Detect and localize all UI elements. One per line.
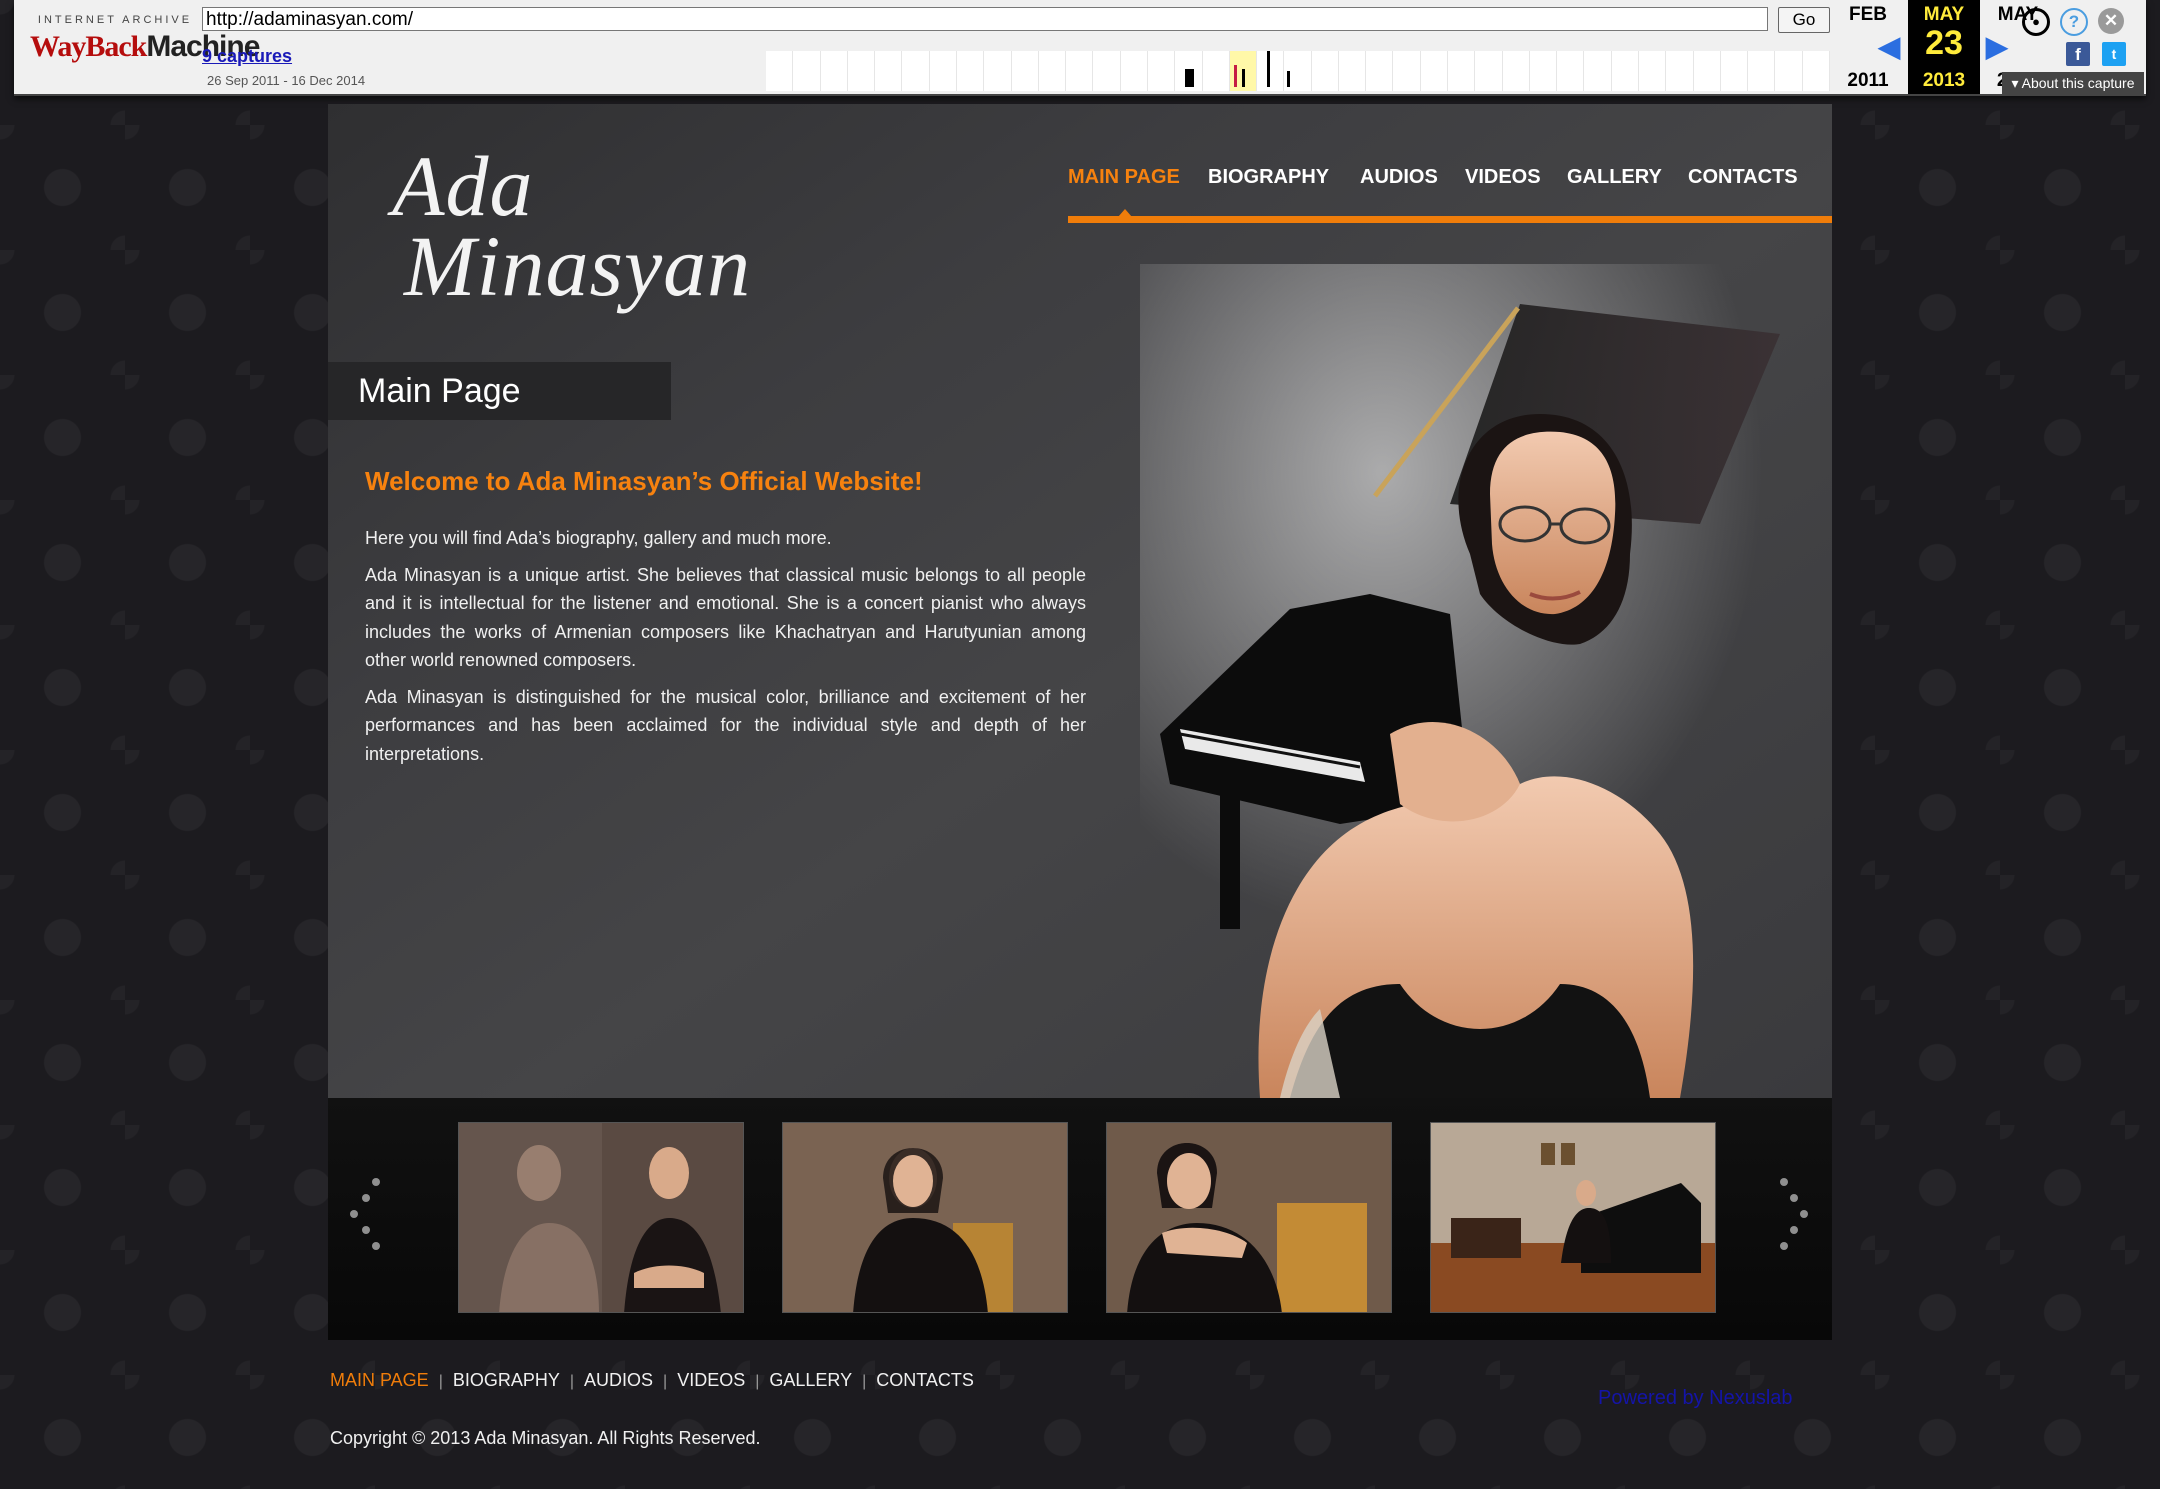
- footer-separator: |: [663, 1373, 668, 1390]
- powered-by-link[interactable]: Powered by Nexuslab: [1598, 1387, 1793, 1410]
- captures-link[interactable]: 9 captures: [202, 46, 292, 67]
- close-icon[interactable]: ✕: [2098, 8, 2124, 34]
- footer-nav-main-page[interactable]: MAIN PAGE: [330, 1370, 429, 1391]
- user-account-icon[interactable]: ●: [2022, 8, 2050, 36]
- current-day-label: 23: [1925, 24, 1963, 62]
- piano-room-thumbnail[interactable]: [1430, 1122, 1716, 1313]
- twitter-icon[interactable]: t: [2102, 42, 2126, 66]
- prev-year-label: 2011: [1847, 70, 1889, 91]
- two-portraits-thumbnail[interactable]: [458, 1122, 744, 1313]
- capture-date-range: 26 Sep 2011 - 16 Dec 2014: [207, 73, 366, 88]
- carousel-next-arrow[interactable]: [1780, 1178, 1820, 1258]
- footer-separator: |: [862, 1373, 867, 1390]
- nav-videos[interactable]: VIDEOS: [1465, 166, 1541, 189]
- piano-portrait-image: [1140, 264, 1832, 1098]
- about-capture-label: About this capture: [2021, 75, 2135, 91]
- capture-sparkline[interactable]: [766, 51, 1830, 91]
- intro-text: Here you will find Ada’s biography, gall…: [365, 524, 1086, 776]
- footer-nav-audios[interactable]: AUDIOS: [584, 1370, 653, 1391]
- current-year-label: 2013: [1922, 70, 1966, 91]
- wayback-wordmark: WayBack: [30, 30, 147, 63]
- site-logo[interactable]: Ada Minasyan: [392, 138, 752, 314]
- gallery-carousel: [328, 1098, 1832, 1340]
- about-capture-button[interactable]: ▾ About this capture: [2002, 72, 2144, 94]
- nav-main-page[interactable]: MAIN PAGE: [1068, 166, 1180, 189]
- capture-bar: [1287, 71, 1291, 87]
- nav-audios[interactable]: AUDIOS: [1360, 166, 1438, 189]
- intro-paragraph: Ada Minasyan is a unique artist. She bel…: [365, 564, 1086, 671]
- footer-nav-biography[interactable]: BIOGRAPHY: [453, 1370, 560, 1391]
- footer-navigation: MAIN PAGE | BIOGRAPHY | AUDIOS | VIDEOS | GALLER…: [330, 1370, 974, 1391]
- logo-first-name: Ada: [392, 138, 534, 234]
- intro-paragraph: Ada Minasyan is distinguished for the mu…: [365, 686, 1086, 764]
- go-button[interactable]: Go: [1778, 7, 1830, 33]
- current-capture: MAY 23 2013: [1908, 0, 1980, 94]
- active-nav-indicator: [1118, 209, 1132, 217]
- page-title: Main Page: [358, 372, 521, 410]
- footer-separator: |: [569, 1373, 575, 1390]
- footer-separator: |: [438, 1373, 443, 1390]
- welcome-heading: Welcome to Ada Minasyan’s Official Websi…: [365, 466, 923, 496]
- footer-nav-contacts[interactable]: CONTACTS: [876, 1370, 974, 1391]
- main-navigation: MAIN PAGE BIOGRAPHY AUDIOS VIDEOS GALLER…: [1068, 166, 1832, 223]
- url-input[interactable]: http://adaminasyan.com/: [202, 7, 1768, 31]
- nav-contacts[interactable]: CONTACTS: [1688, 166, 1798, 189]
- capture-bar: [1267, 51, 1271, 87]
- wayback-logo[interactable]: INTERNET ARCHIVE WayBackMachine: [30, 14, 260, 76]
- footer-nav-gallery[interactable]: GALLERY: [769, 1370, 852, 1391]
- nav-biography[interactable]: BIOGRAPHY: [1208, 166, 1329, 189]
- site-header-panel: Ada Minasyan MAIN PAGE BIOGRAPHY AUDIOS …: [328, 104, 1832, 1098]
- footer-nav-videos[interactable]: VIDEOS: [677, 1370, 745, 1391]
- capture-bar: [1233, 65, 1237, 87]
- wayback-toolbar: INTERNET ARCHIVE WayBackMachine http://a…: [14, 0, 2146, 96]
- previous-capture[interactable]: FEB ◀ 2011: [1832, 0, 1904, 94]
- logo-last-name: Minasyan: [404, 218, 752, 314]
- current-month-label: MAY: [1923, 4, 1965, 25]
- seated-portrait-thumbnail[interactable]: [782, 1122, 1068, 1313]
- help-icon[interactable]: ?: [2060, 8, 2088, 36]
- nav-gallery[interactable]: GALLERY: [1567, 166, 1662, 189]
- chair-portrait-thumbnail[interactable]: [1106, 1122, 1392, 1313]
- left-arrow-icon[interactable]: ◀: [1832, 32, 1904, 62]
- carousel-prev-arrow[interactable]: [350, 1178, 390, 1258]
- capture-bar: [1185, 69, 1195, 87]
- capture-bar: [1241, 69, 1245, 87]
- facebook-icon[interactable]: f: [2066, 42, 2090, 66]
- copyright-text: Copyright © 2013 Ada Minasyan. All Right…: [330, 1428, 761, 1448]
- footer-separator: |: [755, 1373, 760, 1390]
- page-title-bar: Main Page: [328, 362, 671, 420]
- toolbar-icons: ● ? ✕ f t: [2022, 8, 2142, 68]
- prev-month-label: FEB: [1849, 4, 1887, 25]
- intro-paragraph: Here you will find Ada’s biography, gall…: [365, 528, 832, 548]
- internet-archive-label: INTERNET ARCHIVE: [37, 14, 193, 26]
